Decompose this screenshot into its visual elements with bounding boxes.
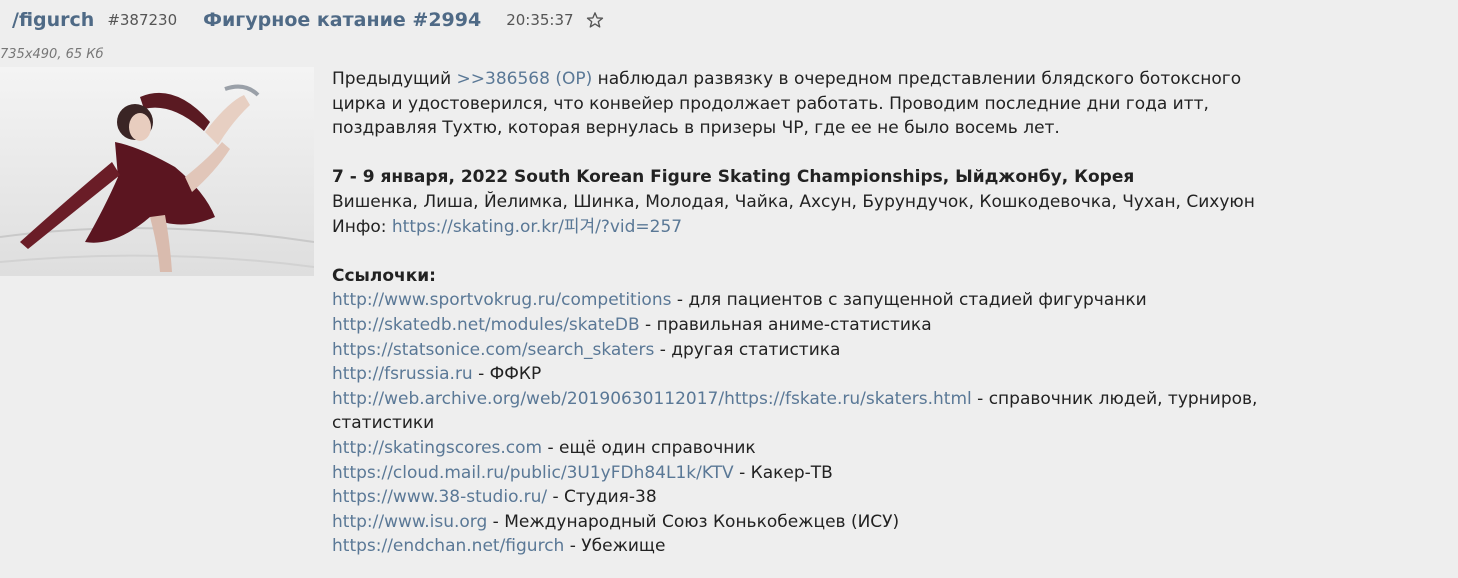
post-time: 20:35:37 bbox=[506, 11, 574, 29]
link-url[interactable]: https://endchan.net/figurch bbox=[332, 536, 564, 556]
event-title: 7 - 9 января, 2022 South Korean Figure S… bbox=[332, 167, 1135, 188]
link-item: https://www.38-studio.ru/ - Студия-38 bbox=[332, 485, 1232, 510]
link-item: http://skatedb.net/modules/skateDB - пра… bbox=[332, 313, 1232, 338]
link-item: http://fsrussia.ru - ФФКР bbox=[332, 362, 1232, 387]
link-url[interactable]: https://www.38-studio.ru/ bbox=[332, 487, 547, 507]
links-title: Ссылочки: bbox=[332, 265, 436, 286]
link-url[interactable]: https://cloud.mail.ru/public/3U1yFDh84L1… bbox=[332, 463, 734, 483]
figure-skater-photo bbox=[0, 67, 314, 276]
reply-link[interactable]: >>386568 (OP) bbox=[457, 69, 593, 89]
post-image-thumbnail[interactable] bbox=[0, 67, 314, 276]
link-item-continued: статистики bbox=[332, 413, 435, 434]
link-url[interactable]: http://www.sportvokrug.ru/competitions bbox=[332, 290, 671, 310]
link-item: https://cloud.mail.ru/public/3U1yFDh84L1… bbox=[332, 461, 1232, 486]
link-desc: - для пациентов с запущенной стадией фиг… bbox=[671, 290, 1147, 311]
intro-text: наблюдал развязку в очередном представле… bbox=[592, 69, 1242, 89]
link-item: http://skatingscores.com - ещё один спра… bbox=[332, 436, 1232, 461]
link-desc: - другая статистика bbox=[654, 339, 841, 360]
link-desc: - правильная аниме-статистика bbox=[639, 314, 932, 335]
star-outline-icon bbox=[586, 12, 603, 28]
link-item: http://web.archive.org/web/2019063011201… bbox=[332, 387, 1257, 412]
link-url[interactable]: http://web.archive.org/web/2019063011201… bbox=[332, 389, 972, 409]
post-header: /figurch #387230 Фигурное катание #2994 … bbox=[12, 7, 604, 33]
event-skaters: Вишенка, Лиша, Йелимка, Шинка, Молодая, … bbox=[332, 191, 1255, 212]
link-desc: - ещё один справочник bbox=[542, 437, 756, 458]
link-desc: - Убежище bbox=[564, 536, 666, 557]
link-desc: - Международный Союз Конькобежцев (ИСУ) bbox=[487, 511, 900, 532]
post-subject: Фигурное катание #2994 bbox=[203, 9, 482, 31]
link-desc: - Студия-38 bbox=[547, 487, 657, 508]
link-url[interactable]: http://fsrussia.ru bbox=[332, 364, 473, 384]
intro-line-1: Предыдущий >>386568 (OP) наблюдал развяз… bbox=[332, 67, 1241, 92]
link-desc: - ФФКР bbox=[472, 364, 542, 385]
link-desc: - Какер-ТВ bbox=[733, 462, 833, 483]
info-label: Инфо: bbox=[332, 216, 392, 237]
link-item: http://www.isu.org - Международный Союз … bbox=[332, 510, 1232, 535]
post-number[interactable]: #387230 bbox=[107, 11, 177, 29]
link-item: http://www.sportvokrug.ru/competitions -… bbox=[332, 288, 1232, 313]
intro-line-3: поздравляя Тухтю, которая вернулась в пр… bbox=[332, 118, 1060, 139]
star-icon[interactable] bbox=[586, 11, 604, 29]
link-url[interactable]: https://statsonice.com/search_skaters bbox=[332, 340, 654, 360]
event-info: Инфо: https://skating.or.kr/피겨/?vid=257 bbox=[332, 215, 1232, 240]
post-message: Предыдущий >>386568 (OP) наблюдал развяз… bbox=[332, 67, 1257, 559]
link-item: https://statsonice.com/search_skaters - … bbox=[332, 338, 1232, 363]
board-link[interactable]: /figurch bbox=[12, 9, 94, 31]
link-url[interactable]: http://skatingscores.com bbox=[332, 438, 542, 458]
link-url[interactable]: http://www.isu.org bbox=[332, 512, 487, 532]
file-info: 735x490, 65 Кб bbox=[0, 47, 104, 62]
link-url[interactable]: http://skatedb.net/modules/skateDB bbox=[332, 315, 640, 335]
link-item: https://endchan.net/figurch - Убежище bbox=[332, 534, 1232, 559]
intro-prefix: Предыдущий bbox=[332, 69, 457, 89]
link-desc: - справочник людей, турниров, bbox=[971, 388, 1258, 409]
intro-line-2: цирка и удостоверился, что конвейер прод… bbox=[332, 93, 1209, 114]
info-link[interactable]: https://skating.or.kr/피겨/?vid=257 bbox=[392, 217, 682, 237]
